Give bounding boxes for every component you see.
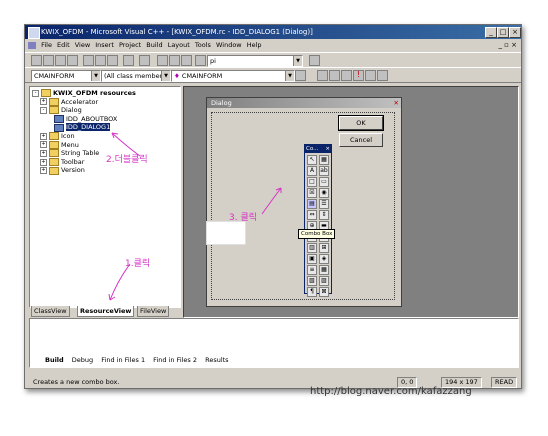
- arrow-double-click: [111, 132, 141, 157]
- blog-url: http://blog.naver.com/kafazzang: [310, 386, 472, 397]
- arrow-click-3: [261, 187, 282, 215]
- arrow-click-1: [109, 263, 131, 301]
- annotation-arrows: [108, 132, 282, 301]
- arrow-head: [275, 187, 282, 193]
